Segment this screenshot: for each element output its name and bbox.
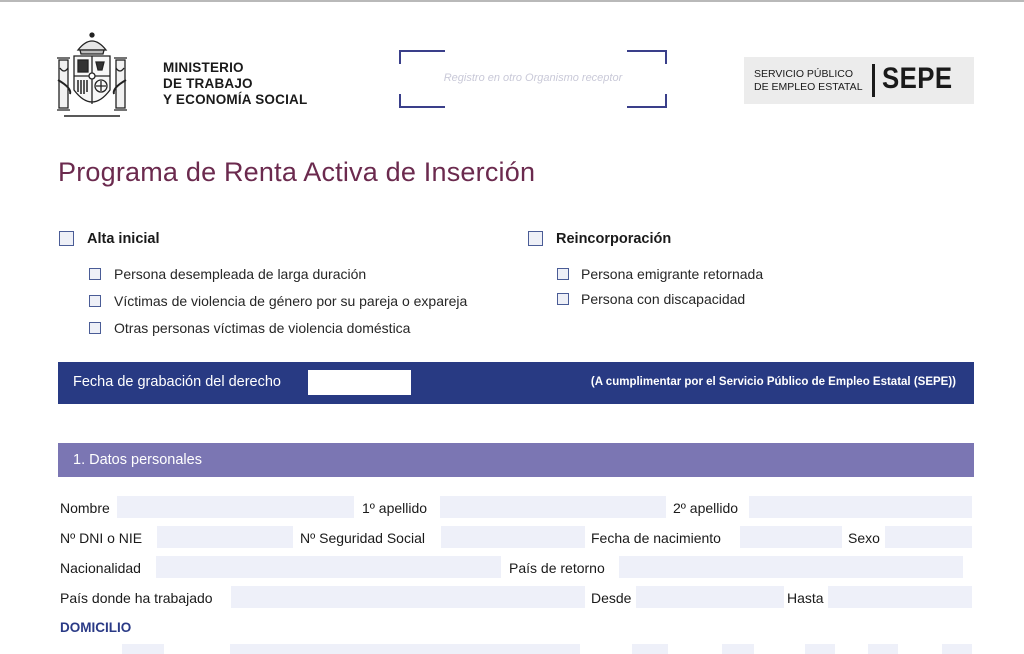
- grabacion-date-field[interactable]: [308, 370, 411, 395]
- label-larga-duracion: Persona desempleada de larga duración: [114, 266, 367, 282]
- label-dni: Nº DNI o NIE: [60, 530, 143, 546]
- domicilio-field[interactable]: [230, 644, 580, 654]
- nacionalidad-field[interactable]: [156, 556, 501, 578]
- nombre-field[interactable]: [117, 496, 354, 518]
- fecha-nacimiento-field[interactable]: [740, 526, 842, 548]
- checkbox-violencia-domestica[interactable]: [89, 322, 101, 334]
- label-discapacidad: Persona con discapacidad: [581, 291, 746, 307]
- grabacion-bar: Fecha de grabación del derecho (A cumpli…: [58, 362, 974, 404]
- section-datos-personales: 1. Datos personales: [58, 443, 974, 477]
- domicilio-field[interactable]: [942, 644, 972, 654]
- domicilio-field[interactable]: [122, 644, 164, 654]
- label-fecha-nacimiento: Fecha de nacimiento: [591, 530, 721, 546]
- label-apellido1: 1º apellido: [362, 500, 428, 516]
- desde-field[interactable]: [636, 586, 784, 608]
- label-apellido2: 2º apellido: [673, 500, 739, 516]
- hasta-field[interactable]: [828, 586, 972, 608]
- dni-field[interactable]: [157, 526, 293, 548]
- label-violencia-genero: Víctimas de violencia de género por su p…: [114, 293, 468, 309]
- sexo-field[interactable]: [885, 526, 972, 548]
- label-hasta: Hasta: [787, 590, 824, 606]
- label-emigrante-retornada: Persona emigrante retornada: [581, 266, 764, 282]
- label-pais-trabajado: País donde ha trabajado: [60, 590, 213, 606]
- ministry-name: MINISTERIO DE TRABAJO Y ECONOMÍA SOCIAL: [163, 60, 308, 107]
- label-seguridad-social: Nº Seguridad Social: [300, 530, 425, 546]
- label-reincorporacion: Reincorporación: [556, 231, 672, 247]
- label-pais-retorno: País de retorno: [509, 560, 605, 576]
- top-border: [0, 0, 1024, 2]
- coat-of-arms-icon: [57, 32, 127, 117]
- apellido1-field[interactable]: [440, 496, 666, 518]
- label-nombre: Nombre: [60, 500, 110, 516]
- domicilio-field[interactable]: [868, 644, 898, 654]
- checkbox-larga-duracion[interactable]: [89, 268, 101, 280]
- pais-trabajado-field[interactable]: [231, 586, 585, 608]
- label-violencia-domestica: Otras personas víctimas de violencia dom…: [114, 320, 411, 336]
- grabacion-note: (A cumplimentar por el Servicio Público …: [590, 376, 956, 388]
- sepe-logo: SERVICIO PÚBLICO DE EMPLEO ESTATAL SEPE: [744, 57, 974, 104]
- page-title: Programa de Renta Activa de Inserción: [58, 157, 536, 187]
- section-title: 1. Datos personales: [73, 452, 202, 468]
- label-nacionalidad: Nacionalidad: [60, 560, 141, 576]
- domicilio-field[interactable]: [805, 644, 835, 654]
- apellido2-field[interactable]: [749, 496, 972, 518]
- checkbox-discapacidad[interactable]: [557, 293, 569, 305]
- domicilio-field[interactable]: [632, 644, 668, 654]
- domicilio-field[interactable]: [722, 644, 754, 654]
- checkbox-emigrante-retornada[interactable]: [557, 268, 569, 280]
- label-desde: Desde: [591, 590, 632, 606]
- checkbox-reincorporacion[interactable]: [528, 231, 543, 246]
- checkbox-violencia-genero[interactable]: [89, 295, 101, 307]
- label-sexo: Sexo: [848, 530, 880, 546]
- domicilio-heading: DOMICILIO: [60, 620, 132, 635]
- label-alta-inicial: Alta inicial: [87, 231, 160, 247]
- grabacion-label: Fecha de grabación del derecho: [73, 374, 281, 390]
- pais-retorno-field[interactable]: [619, 556, 963, 578]
- registro-stamp-box: Registro en otro Organismo receptor: [399, 50, 667, 108]
- checkbox-alta-inicial[interactable]: [59, 231, 74, 246]
- registro-placeholder: Registro en otro Organismo receptor: [443, 72, 623, 84]
- seguridad-social-field[interactable]: [441, 526, 585, 548]
